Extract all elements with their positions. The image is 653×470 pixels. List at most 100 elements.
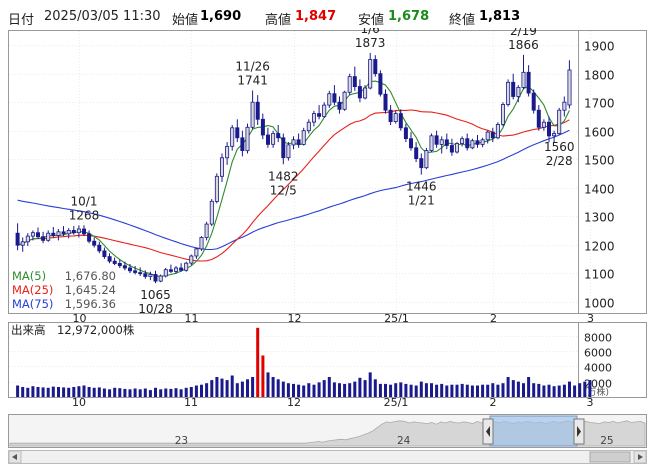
candle-up [429, 135, 434, 152]
candle-up [495, 124, 500, 139]
candle-down [97, 244, 102, 252]
candle-up [562, 101, 567, 111]
volume-bar [154, 387, 157, 397]
volume-bar [138, 389, 142, 397]
candle-down [82, 228, 87, 235]
volume-bar [281, 381, 285, 397]
volume-bar [547, 384, 551, 397]
volume-bar [532, 383, 536, 397]
candle-up [245, 126, 250, 152]
candle-up [393, 113, 398, 122]
volume-bar-spike [261, 355, 265, 397]
volume-month-label: 2 [490, 396, 497, 409]
volume-bar [562, 384, 566, 397]
volume-bar [235, 383, 239, 397]
candle-up [347, 76, 352, 93]
volume-bar [450, 384, 454, 397]
volume-tick-label: 4000 [584, 362, 612, 375]
volume-bar [501, 383, 505, 397]
volume-bar [215, 377, 219, 397]
low-annotation-price: 1446 [406, 180, 437, 194]
volume-bar [205, 383, 209, 397]
low-annotation-price: 1560 [544, 140, 575, 154]
overview-year-label: 24 [397, 435, 411, 447]
volume-bar [537, 383, 541, 397]
candle-up [557, 109, 562, 134]
overview-year-label: 23 [175, 435, 188, 447]
volume-bar [327, 377, 331, 397]
volume-bar [322, 380, 326, 397]
volume-bar [174, 388, 178, 397]
volume-bar [332, 382, 336, 397]
price-tick-label: 1000 [584, 297, 615, 311]
candle-down [511, 81, 516, 97]
candle-down [122, 265, 127, 269]
volume-bar [338, 383, 341, 397]
high-annotation-price: 1268 [69, 208, 100, 222]
candle-down [117, 262, 122, 267]
candle-up [76, 228, 81, 234]
high-annotation-date: 10/1 [71, 194, 98, 208]
volume-bar [31, 386, 35, 397]
candle-down [143, 273, 148, 277]
scrollbar-thumb[interactable] [589, 451, 631, 463]
volume-bar [97, 387, 101, 397]
candle-up [311, 113, 316, 123]
candle-down [490, 131, 495, 139]
volume-bar [353, 381, 357, 397]
price-tick-label: 1300 [584, 211, 615, 225]
candle-up [209, 200, 214, 225]
volume-bar [491, 383, 495, 397]
candle-up [454, 143, 459, 153]
volume-bar [51, 386, 55, 397]
price-tick-label: 1800 [584, 69, 615, 83]
candle-up [286, 144, 291, 159]
volume-bar [200, 384, 203, 397]
close-label: 終値 [449, 13, 476, 28]
open-label: 始値 [172, 13, 199, 28]
candle-down [41, 236, 46, 241]
volume-bar [424, 383, 428, 397]
volume-bar [373, 379, 377, 397]
volume-bar [435, 384, 439, 397]
candle-down [465, 138, 470, 149]
volume-bar [455, 384, 459, 397]
volume-bar [246, 379, 249, 397]
candle-up [363, 87, 368, 99]
candle-down [352, 76, 357, 87]
price-tick-label: 1400 [584, 183, 615, 197]
volume-bar [496, 384, 500, 397]
candle-down [87, 233, 92, 242]
high-annotation-price: 1866 [508, 38, 539, 52]
candle-up [225, 145, 230, 159]
close-value: 1,813 [479, 9, 521, 24]
candle-down [475, 140, 480, 145]
volume-bar [445, 385, 449, 397]
candle-up [66, 229, 71, 235]
ma-legend-label: MA(75) [12, 297, 53, 311]
volume-bar [179, 389, 183, 397]
stock-chart: 1000 1100 1200 1300 1400 1500 1600 1700 1800 1900… [8, 22, 647, 464]
candle-up [214, 175, 219, 202]
ma-legend-value: 1,676.80 [65, 269, 116, 283]
overview-year-label: 25 [600, 435, 613, 447]
candle-down [337, 101, 342, 110]
candle-up [46, 232, 51, 241]
datetime-value: 2025/03/05 11:30 [44, 9, 161, 24]
volume-bar [363, 380, 367, 397]
candle-down [296, 139, 301, 145]
candle-up [439, 139, 444, 145]
candle-down [168, 269, 173, 272]
volume-bar [368, 372, 372, 397]
candle-down [138, 272, 143, 275]
volume-bar [276, 379, 280, 397]
candle-up [541, 121, 546, 128]
volume-bar [470, 385, 474, 397]
candle-up [189, 255, 194, 264]
volume-bar [118, 388, 122, 397]
volume-bar [522, 383, 525, 397]
candle-down [408, 138, 413, 149]
candle-down [235, 127, 240, 139]
candle-up [163, 269, 168, 277]
candle-down [102, 250, 107, 257]
